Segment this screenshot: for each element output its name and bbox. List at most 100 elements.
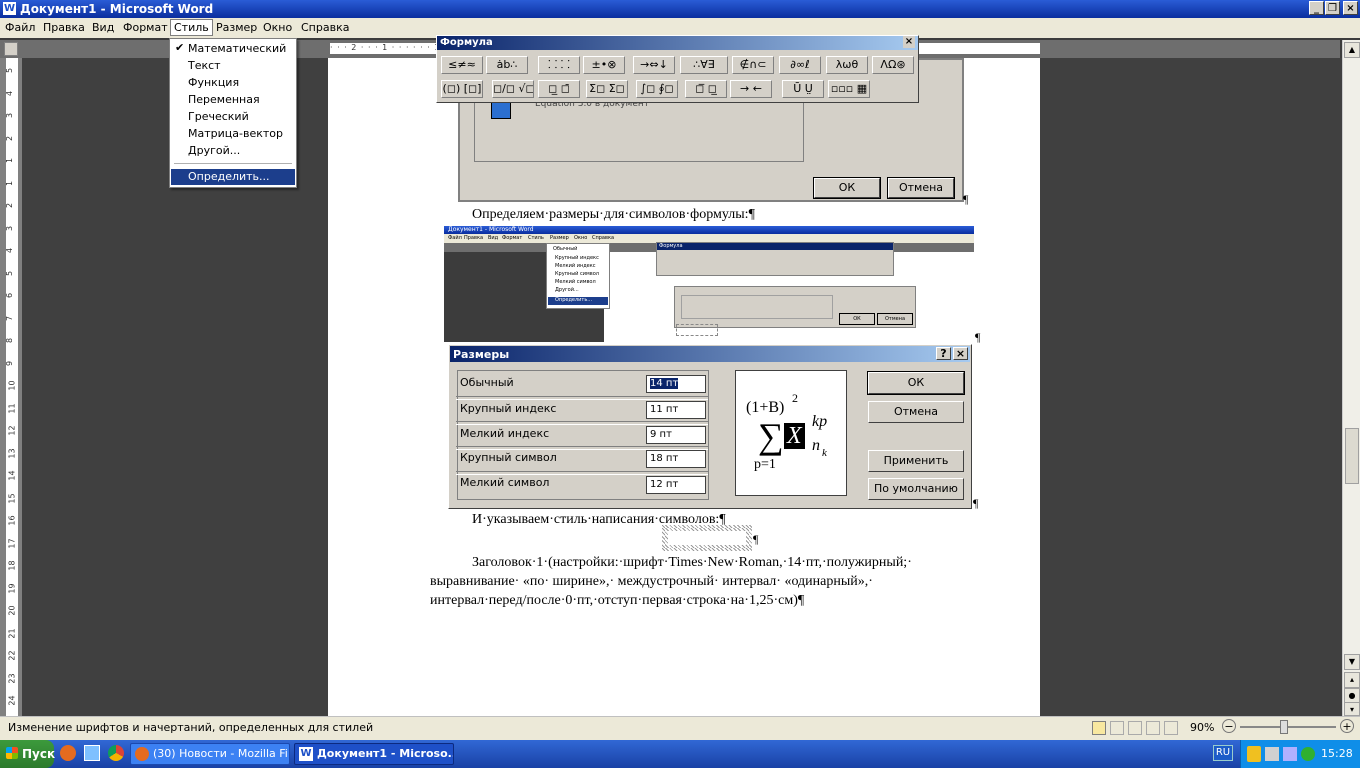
row-label-small-index: Мелкий индекс (460, 427, 550, 440)
matrix-template-button[interactable]: ▫▫▫ ▦ (828, 80, 870, 98)
sizes-dialog-titlebar: Размеры (450, 346, 970, 362)
fences-template-button[interactable]: (◻) [◻] (441, 80, 483, 98)
network-icon[interactable] (1265, 747, 1279, 761)
formula-close-button[interactable]: × (903, 36, 915, 48)
vruler-label: 14 (7, 470, 17, 481)
monitor-icon[interactable] (1283, 747, 1297, 761)
menu-window[interactable]: Окно (263, 21, 292, 34)
menu-size[interactable]: Размер (216, 21, 257, 34)
menu-file[interactable]: Файл (5, 21, 35, 34)
vertical-ruler[interactable]: 5 4 3 2 1 1 2 3 4 5 6 7 8 9 10 11 12 13 14 15 16 17 18 19 20 21 22… (0, 58, 22, 716)
style-variable[interactable]: Переменная (188, 93, 260, 106)
thumb-dialog-group (681, 295, 833, 319)
embellishments-palette-button[interactable]: ⸬ ⸬ (538, 56, 580, 74)
firefox-quicklaunch-icon[interactable] (60, 745, 76, 761)
formula-toolbar-titlebar: Формула × (437, 36, 918, 50)
scroll-thumb[interactable] (1345, 428, 1359, 484)
formula-toolbar[interactable]: Формула × ≤≠≈ ȧb∴ ⸬ ⸬ ±•⊗ →⇔↓ ∴∀∃ ∉∩⊂ ∂∞… (436, 35, 919, 103)
word-app-icon[interactable]: W (3, 2, 16, 15)
paragraph-sizes-intro[interactable]: Определяем·размеры·для·символов·формулы:… (472, 207, 755, 223)
style-define-highlighted[interactable]: Определить... (171, 169, 295, 185)
style-text[interactable]: Текст (188, 59, 221, 72)
operators-palette-button[interactable]: ±•⊗ (583, 56, 625, 74)
style-matrix-vector[interactable]: Матрица-вектор (188, 127, 283, 140)
subscript-template-button[interactable]: ◻̲ ◻̄ (538, 80, 580, 98)
thumb-size-item: Крупный индекс (555, 255, 599, 261)
style-greek[interactable]: Греческий (188, 110, 249, 123)
status-tray-icon[interactable] (1301, 747, 1315, 761)
vertical-scrollbar[interactable]: ▲ ▼ ▴ ● ▾ (1342, 40, 1360, 716)
arrows-palette-button[interactable]: →⇔↓ (633, 56, 675, 74)
zoom-slider-track[interactable] (1240, 726, 1336, 728)
big-symbol-input[interactable]: 18 пт (646, 450, 706, 468)
greek-lower-palette-button[interactable]: λωθ (826, 56, 868, 74)
paragraph-heading-settings-line3[interactable]: интервал·перед/после·0·пт,·отступ·первая… (430, 593, 804, 609)
language-indicator[interactable]: RU (1213, 745, 1233, 761)
zoom-out-icon[interactable]: − (1222, 719, 1236, 733)
paragraph-heading-settings-line1[interactable]: Заголовок·1·(настройки:·шрифт·Times·New·… (472, 555, 912, 571)
summation-template-button[interactable]: Σ◻ Σ◻ (586, 80, 628, 98)
menu-edit[interactable]: Правка (43, 21, 85, 34)
next-page-button[interactable]: ▾ (1344, 702, 1360, 716)
draft-view-icon[interactable] (1164, 721, 1178, 735)
apply-button[interactable]: Применить (868, 450, 964, 472)
zoom-slider-thumb[interactable] (1280, 720, 1288, 734)
preview-sup: 2 (792, 391, 798, 405)
fraction-radical-template-button[interactable]: ◻/◻ √◻ (492, 80, 534, 98)
ie-quicklaunch-icon[interactable] (84, 745, 100, 761)
outline-view-icon[interactable] (1146, 721, 1160, 735)
shield-icon[interactable] (1247, 746, 1261, 762)
menu-format[interactable]: Формат (123, 21, 168, 34)
default-button[interactable]: По умолчанию (868, 478, 964, 500)
logic-palette-button[interactable]: ∴∀∃ (680, 56, 728, 74)
spaces-palette-button[interactable]: ȧb∴ (486, 56, 528, 74)
help-button[interactable]: ? (936, 347, 951, 360)
chrome-quicklaunch-icon[interactable] (108, 745, 124, 761)
status-bar: Изменение шрифтов и начертаний, определе… (0, 716, 1360, 740)
zoom-level[interactable]: 90% (1190, 721, 1214, 734)
equation-object-frame[interactable] (662, 525, 752, 551)
normal-size-input[interactable]: 14 пт (646, 375, 706, 393)
style-define-label: Определить... (188, 170, 270, 183)
paragraph-heading-settings-line2[interactable]: выравнивание· «по· ширине»,· междустрочн… (430, 574, 873, 590)
minimize-button[interactable]: _ (1309, 1, 1324, 15)
formula-preview: (1+B) 2 ∑ X kp n k p=1 (735, 370, 847, 496)
small-index-input[interactable]: 9 пт (646, 426, 706, 444)
sizes-close-button[interactable]: × (953, 347, 968, 360)
sizes-cancel-button[interactable]: Отмена (868, 401, 964, 423)
integral-template-button[interactable]: ∫◻ ∮◻ (636, 80, 678, 98)
menu-style[interactable]: Стиль (170, 19, 213, 36)
bar-template-button[interactable]: ◻̅ ◻̲ (685, 80, 727, 98)
small-symbol-input[interactable]: 12 пт (646, 476, 706, 494)
close-button[interactable]: × (1343, 1, 1358, 15)
thumb-menu-item: Формат (502, 235, 523, 241)
taskbar-word[interactable]: W Документ1 - Microso... (294, 743, 454, 765)
misc-symbols-palette-button[interactable]: ∂∞ℓ (779, 56, 821, 74)
start-button[interactable]: Пуск (0, 740, 55, 768)
products-template-button[interactable]: Ū Ṳ (782, 80, 824, 98)
scroll-up-button[interactable]: ▲ (1344, 42, 1360, 58)
zoom-in-icon[interactable]: + (1340, 719, 1354, 733)
row-label-normal: Обычный (460, 376, 514, 389)
previous-page-button[interactable]: ▴ (1344, 672, 1360, 688)
reading-layout-icon[interactable] (1110, 721, 1124, 735)
taskbar-firefox[interactable]: (30) Новости - Mozilla Fi... (130, 743, 290, 765)
sets-palette-button[interactable]: ∉∩⊂ (732, 56, 774, 74)
tab-selector-button[interactable] (4, 42, 18, 56)
vruler-label: 18 (7, 560, 17, 571)
style-math[interactable]: Математический (188, 42, 286, 55)
big-index-input[interactable]: 11 пт (646, 401, 706, 419)
style-function[interactable]: Функция (188, 76, 239, 89)
scroll-down-button[interactable]: ▼ (1344, 654, 1360, 670)
style-other[interactable]: Другой... (188, 144, 240, 157)
greek-upper-palette-button[interactable]: ΛΩ⊛ (872, 56, 914, 74)
system-tray: 15:28 (1240, 740, 1360, 768)
print-layout-icon[interactable] (1092, 721, 1106, 735)
menu-view[interactable]: Вид (92, 21, 114, 34)
web-layout-icon[interactable] (1128, 721, 1142, 735)
labeled-arrow-template-button[interactable]: → ← (730, 80, 772, 98)
sizes-ok-button[interactable]: ОК (867, 371, 965, 395)
relations-palette-button[interactable]: ≤≠≈ (441, 56, 483, 74)
menu-help[interactable]: Справка (301, 21, 349, 34)
restore-button[interactable]: ❐ (1325, 1, 1340, 15)
